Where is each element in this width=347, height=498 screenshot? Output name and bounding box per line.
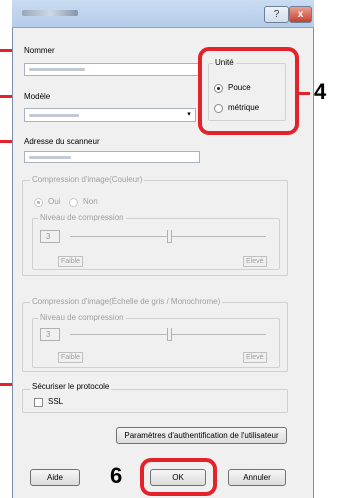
- aide-button[interactable]: Aide: [30, 469, 80, 486]
- oui-label: Oui: [48, 197, 61, 206]
- niveau-couleur-min-label: Faible: [58, 256, 84, 267]
- niveau-gris-value[interactable]: 3: [40, 328, 60, 341]
- ok-callout-box: [140, 458, 217, 496]
- modele-label: Modèle: [24, 92, 51, 101]
- modele-value-blurred: [29, 114, 79, 117]
- unite-callout-number: 4: [314, 79, 327, 104]
- non-radio[interactable]: [69, 198, 78, 207]
- compression-couleur-legend: Compression d'image(Couleur): [30, 175, 145, 184]
- niveau-gris-max-label: Elevé: [243, 352, 267, 363]
- niveau-gris-min-label: Faible: [58, 352, 84, 363]
- non-label: Non: [83, 197, 98, 206]
- window-title-blurred: [22, 10, 78, 16]
- niveau-couleur-value[interactable]: 3: [40, 230, 60, 243]
- adresse-input[interactable]: [24, 151, 200, 163]
- close-button[interactable]: x: [289, 6, 312, 23]
- chevron-down-icon[interactable]: ▾: [184, 110, 194, 120]
- nom-value-blurred: [29, 68, 85, 71]
- ssl-label: SSL: [48, 397, 64, 406]
- ssl-checkbox[interactable]: [34, 398, 43, 407]
- user-auth-settings-button[interactable]: Paramètres d'authentification de l'utili…: [116, 427, 287, 444]
- niveau-couleur-legend: Niveau de compression: [38, 213, 126, 222]
- adresse-label: Adresse du scanneur: [24, 137, 100, 146]
- niveau-gris-legend: Niveau de compression: [38, 313, 126, 322]
- compression-gris-legend: Compression d'image(Échelle de gris / Mo…: [30, 297, 223, 306]
- niveau-couleur-max-label: Elevé: [243, 256, 267, 267]
- ok-callout-number: 6: [110, 463, 123, 488]
- oui-radio[interactable]: [34, 198, 43, 207]
- unite-callout-box: [198, 47, 299, 135]
- help-button[interactable]: ?: [264, 6, 289, 23]
- adresse-value-blurred: [29, 156, 71, 159]
- nom-label: Nommer: [24, 46, 55, 55]
- unite-callout-line: [299, 92, 310, 95]
- modele-select[interactable]: ▾: [24, 108, 196, 122]
- nom-input[interactable]: [24, 63, 200, 76]
- niveau-couleur-slider-thumb[interactable]: [167, 230, 172, 243]
- niveau-gris-slider-thumb[interactable]: [167, 328, 172, 341]
- annuler-button[interactable]: Annuler: [228, 469, 286, 486]
- securiser-legend: Sécuriser le protocole: [30, 382, 112, 391]
